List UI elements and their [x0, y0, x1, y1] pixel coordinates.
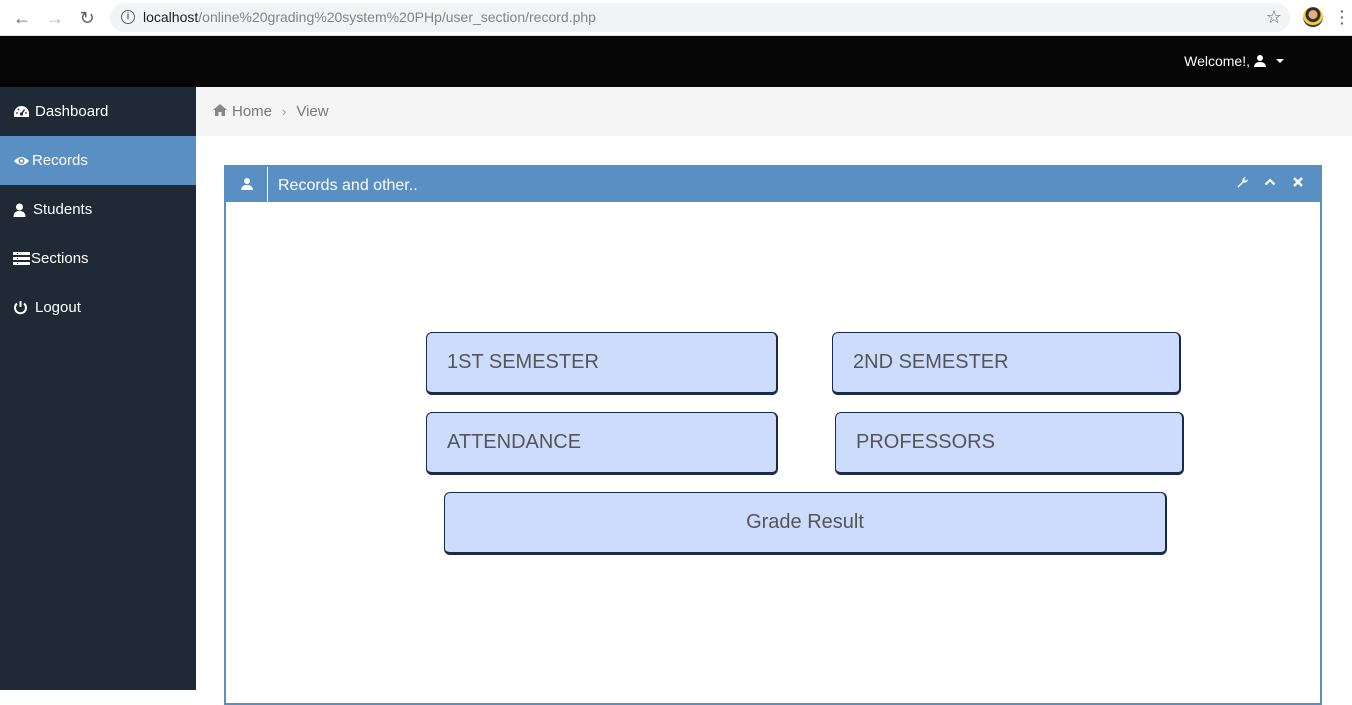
profile-avatar[interactable]	[1303, 7, 1323, 27]
power-icon	[13, 300, 31, 315]
forward-arrow-icon[interactable]: →	[43, 6, 67, 30]
app-header: Welcome!,	[0, 36, 1352, 87]
breadcrumb: Home › View	[196, 87, 1352, 136]
panel-user-icon	[226, 167, 268, 202]
caret-down-icon	[1276, 59, 1284, 63]
back-arrow-icon[interactable]: ←	[10, 6, 34, 30]
sidebar-item-dashboard[interactable]: Dashboard	[0, 87, 196, 136]
user-menu-toggle[interactable]: Welcome!,	[1184, 53, 1284, 69]
professors-button[interactable]: PROFESSORS	[835, 412, 1184, 475]
grade-result-button[interactable]: Grade Result	[444, 492, 1167, 555]
bookmark-star-icon[interactable]: ☆	[1266, 7, 1282, 28]
sidebar: Dashboard Records Students Sections Logo…	[0, 87, 196, 690]
user-icon	[1254, 54, 1266, 68]
chevron-right-icon: ›	[282, 104, 287, 119]
sidebar-item-logout[interactable]: Logout	[0, 283, 196, 332]
panel-header: Records and other..	[226, 167, 1320, 202]
close-icon[interactable]	[1290, 176, 1306, 192]
sidebar-item-label: Logout	[35, 299, 81, 316]
sidebar-item-students[interactable]: Students	[0, 185, 196, 234]
reload-icon[interactable]: ↻	[75, 6, 99, 30]
dashboard-icon	[13, 105, 31, 119]
browser-toolbar: ← → ↻ i localhost/online%20grading%20sys…	[0, 0, 1352, 36]
welcome-text: Welcome!,	[1184, 53, 1250, 69]
eye-icon	[13, 155, 31, 167]
panel-tools	[1234, 176, 1306, 192]
second-semester-button[interactable]: 2ND SEMESTER	[832, 332, 1181, 395]
attendance-button[interactable]: ATTENDANCE	[426, 412, 778, 475]
sidebar-item-sections[interactable]: Sections	[0, 234, 196, 283]
address-bar[interactable]: i localhost/online%20grading%20system%20…	[110, 3, 1290, 32]
sidebar-item-label: Dashboard	[35, 103, 109, 120]
list-icon	[13, 252, 31, 265]
sidebar-item-records[interactable]: Records	[0, 136, 196, 185]
sidebar-item-label: Sections	[31, 250, 89, 267]
sidebar-item-label: Records	[32, 152, 88, 169]
browser-menu-icon[interactable]: · · ·	[1340, 4, 1345, 30]
sidebar-item-label: Students	[33, 201, 93, 218]
panel-title: Records and other..	[278, 177, 418, 194]
first-semester-button[interactable]: 1ST SEMESTER	[426, 332, 778, 395]
url-text[interactable]: localhost/online%20grading%20system%20PH…	[143, 9, 596, 25]
chevron-up-icon[interactable]	[1262, 176, 1278, 192]
wrench-icon[interactable]	[1234, 176, 1250, 192]
records-panel: Records and other.. 1ST SEMESTER 2ND SEM…	[224, 165, 1322, 705]
user-icon	[13, 203, 31, 217]
url-host: localhost	[143, 9, 199, 25]
info-icon[interactable]: i	[121, 10, 135, 24]
breadcrumb-home-link[interactable]: Home	[232, 103, 272, 120]
url-path: /online%20grading%20system%20PHp/user_se…	[198, 9, 596, 25]
home-icon	[213, 104, 227, 119]
breadcrumb-current: View	[296, 103, 329, 120]
